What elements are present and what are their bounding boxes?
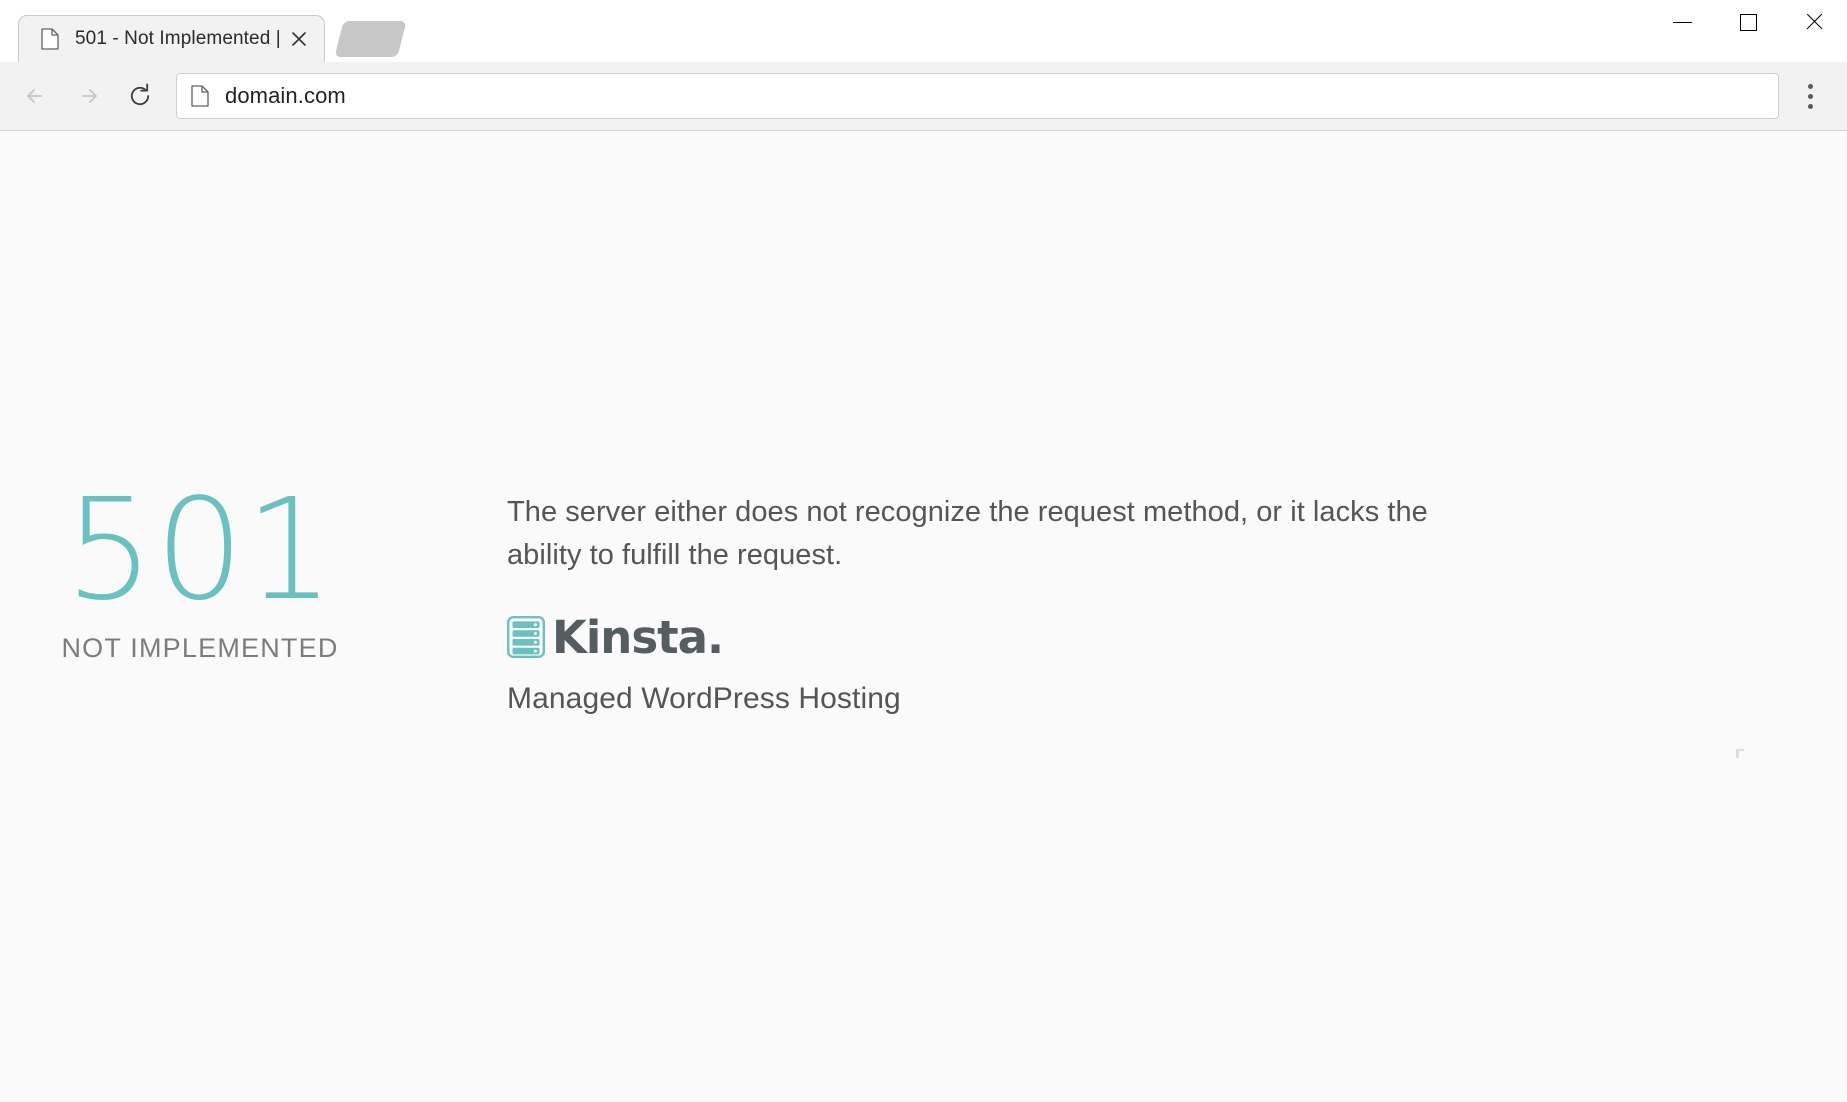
reload-icon [125,81,155,111]
error-code: 501 [0,481,400,621]
kinsta-logo: Kinsta. [507,615,1847,660]
forward-button[interactable] [62,70,114,122]
error-code-label: NOT IMPLEMENTED [0,633,400,664]
brand-tagline: Managed WordPress Hosting [507,682,1847,716]
tab-close-icon[interactable] [284,24,314,54]
address-bar[interactable]: domain.com [176,73,1779,119]
error-code-block: 501 NOT IMPLEMENTED [0,473,400,664]
maximize-icon [1740,14,1757,31]
window-controls [1649,0,1847,44]
browser-menu-button[interactable] [1785,70,1835,122]
maximize-button[interactable] [1715,0,1781,44]
page-viewport: 501 NOT IMPLEMENTED The server either do… [0,131,1847,1102]
back-button[interactable] [10,70,62,122]
forward-arrow-icon [73,81,103,111]
tab-501-not-implemented[interactable]: 501 - Not Implemented | [18,15,325,62]
close-icon [1804,12,1824,32]
close-button[interactable] [1781,0,1847,44]
page-icon [41,28,59,50]
error-detail-block: The server either does not recognize the… [400,473,1847,716]
minimize-icon [1673,22,1692,23]
new-tab-button[interactable] [335,21,407,57]
render-artifact [1736,749,1744,758]
error-message: The server either does not recognize the… [507,491,1482,577]
kinsta-wordmark: Kinsta. [552,615,723,660]
browser-window: 501 - Not Implemented | [0,0,1847,1102]
reload-button[interactable] [114,70,166,122]
title-bar: 501 - Not Implemented | [0,0,1847,62]
minimize-button[interactable] [1649,0,1715,44]
tab-title: 501 - Not Implemented | [75,28,280,50]
server-rack-icon [507,616,545,658]
browser-toolbar: domain.com [0,62,1847,131]
error-page: 501 NOT IMPLEMENTED The server either do… [0,473,1847,716]
page-icon [191,85,209,107]
tab-strip: 501 - Not Implemented | [0,0,402,62]
menu-dot-icon [1808,104,1813,109]
address-input[interactable]: domain.com [225,83,346,109]
menu-dot-icon [1808,94,1813,99]
back-arrow-icon [21,81,51,111]
menu-dot-icon [1808,84,1813,89]
